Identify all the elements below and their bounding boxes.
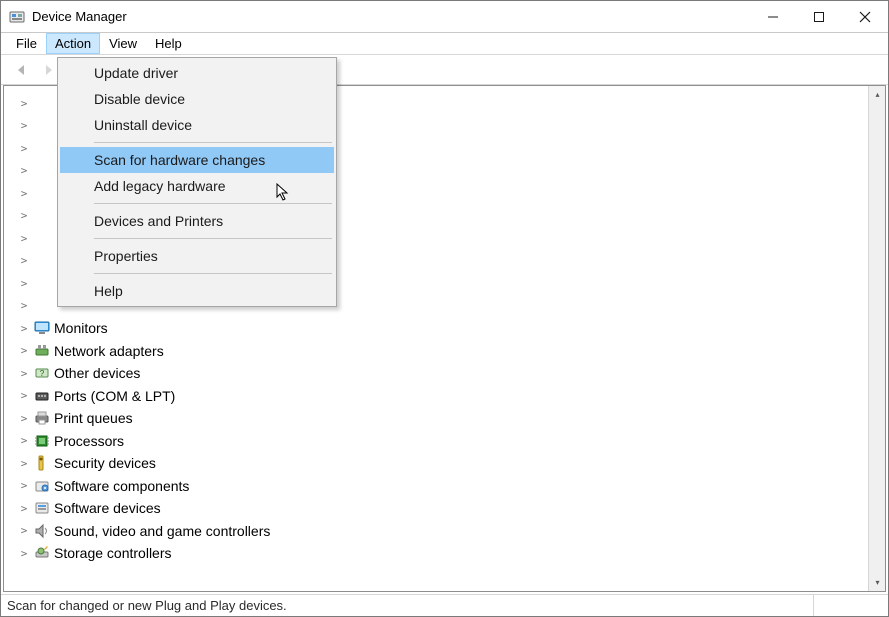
swdev-icon [34, 500, 50, 516]
expander-icon[interactable]: > [18, 524, 30, 537]
app-icon [9, 9, 25, 25]
status-text: Scan for changed or new Plug and Play de… [7, 598, 287, 613]
tree-item-label: Security devices [54, 455, 156, 471]
back-button[interactable] [11, 59, 33, 81]
menu-item-add-legacy-hardware[interactable]: Add legacy hardware [60, 173, 334, 199]
scroll-down-icon[interactable]: ▾ [869, 574, 886, 591]
tree-item-label: Processors [54, 433, 124, 449]
menu-item-devices-and-printers[interactable]: Devices and Printers [60, 208, 334, 234]
port-icon [34, 388, 50, 404]
blank-icon [34, 275, 50, 291]
tree-item-label: Other devices [54, 365, 140, 381]
action-menu-dropdown[interactable]: Update driverDisable deviceUninstall dev… [57, 57, 337, 307]
tree-item[interactable]: > Sound, video and game controllers [18, 520, 883, 543]
swcomp-icon [34, 478, 50, 494]
network-icon [34, 343, 50, 359]
minimize-button[interactable] [750, 1, 796, 32]
menu-separator [94, 273, 332, 274]
expander-icon[interactable]: > [18, 434, 30, 447]
blank-icon [34, 185, 50, 201]
blank-icon [34, 140, 50, 156]
tree-item-label: Monitors [54, 320, 108, 336]
menu-separator [94, 142, 332, 143]
menu-separator [94, 203, 332, 204]
security-icon [34, 455, 50, 471]
blank-icon [34, 163, 50, 179]
blank-icon [34, 230, 50, 246]
expander-icon[interactable]: > [18, 299, 30, 312]
blank-icon [34, 253, 50, 269]
menu-action[interactable]: Action [46, 33, 100, 54]
blank-icon [34, 95, 50, 111]
expander-icon[interactable]: > [18, 164, 30, 177]
sound-icon [34, 523, 50, 539]
tree-item[interactable]: > Print queues [18, 407, 883, 430]
tree-item[interactable]: > Ports (COM & LPT) [18, 385, 883, 408]
expander-icon[interactable]: > [18, 502, 30, 515]
menu-view[interactable]: View [100, 33, 146, 54]
tree-item[interactable]: > Software components [18, 475, 883, 498]
expander-icon[interactable]: > [18, 187, 30, 200]
expander-icon[interactable]: > [18, 119, 30, 132]
window-title: Device Manager [32, 9, 750, 24]
window-controls [750, 1, 888, 32]
tree-item[interactable]: > Security devices [18, 452, 883, 475]
expander-icon[interactable]: > [18, 277, 30, 290]
blank-icon [34, 118, 50, 134]
tree-item-label: Software components [54, 478, 189, 494]
title-bar: Device Manager [1, 1, 888, 33]
menu-separator [94, 238, 332, 239]
tree-item-label: Print queues [54, 410, 133, 426]
expander-icon[interactable]: > [18, 457, 30, 470]
forward-button[interactable] [37, 59, 59, 81]
other-icon: ? [34, 365, 50, 381]
expander-icon[interactable]: > [18, 254, 30, 267]
status-bar: Scan for changed or new Plug and Play de… [1, 594, 888, 616]
tree-item-label: Network adapters [54, 343, 164, 359]
vertical-scrollbar[interactable]: ▴ ▾ [868, 86, 885, 591]
blank-icon [34, 298, 50, 314]
status-bar-splitter [813, 595, 888, 616]
menu-bar: FileActionViewHelp [1, 33, 888, 55]
expander-icon[interactable]: > [18, 547, 30, 560]
monitor-icon [34, 320, 50, 336]
menu-item-update-driver[interactable]: Update driver [60, 60, 334, 86]
device-manager-window: Device Manager FileActionViewHelp >>>>>>… [0, 0, 889, 617]
menu-help[interactable]: Help [146, 33, 191, 54]
tree-item[interactable]: > Network adapters [18, 340, 883, 363]
menu-item-uninstall-device[interactable]: Uninstall device [60, 112, 334, 138]
tree-item-label: Sound, video and game controllers [54, 523, 270, 539]
expander-icon[interactable]: > [18, 97, 30, 110]
tree-item[interactable]: > Software devices [18, 497, 883, 520]
tree-item[interactable]: > Storage controllers [18, 542, 883, 565]
storage-icon [34, 545, 50, 561]
tree-item-label: Software devices [54, 500, 161, 516]
scroll-up-icon[interactable]: ▴ [869, 86, 886, 103]
svg-text:?: ? [40, 369, 45, 378]
close-button[interactable] [842, 1, 888, 32]
menu-item-disable-device[interactable]: Disable device [60, 86, 334, 112]
menu-item-scan-for-hardware-changes[interactable]: Scan for hardware changes [60, 147, 334, 173]
tree-item[interactable]: > Processors [18, 430, 883, 453]
tree-item-label: Storage controllers [54, 545, 172, 561]
expander-icon[interactable]: > [18, 412, 30, 425]
blank-icon [34, 208, 50, 224]
tree-item[interactable]: >? Other devices [18, 362, 883, 385]
expander-icon[interactable]: > [18, 389, 30, 402]
maximize-button[interactable] [796, 1, 842, 32]
expander-icon[interactable]: > [18, 209, 30, 222]
tree-item[interactable]: > Monitors [18, 317, 883, 340]
menu-file[interactable]: File [7, 33, 46, 54]
expander-icon[interactable]: > [18, 367, 30, 380]
menu-item-help[interactable]: Help [60, 278, 334, 304]
tree-item-label: Ports (COM & LPT) [54, 388, 175, 404]
expander-icon[interactable]: > [18, 344, 30, 357]
cpu-icon [34, 433, 50, 449]
expander-icon[interactable]: > [18, 479, 30, 492]
expander-icon[interactable]: > [18, 142, 30, 155]
expander-icon[interactable]: > [18, 322, 30, 335]
expander-icon[interactable]: > [18, 232, 30, 245]
printer-icon [34, 410, 50, 426]
menu-item-properties[interactable]: Properties [60, 243, 334, 269]
